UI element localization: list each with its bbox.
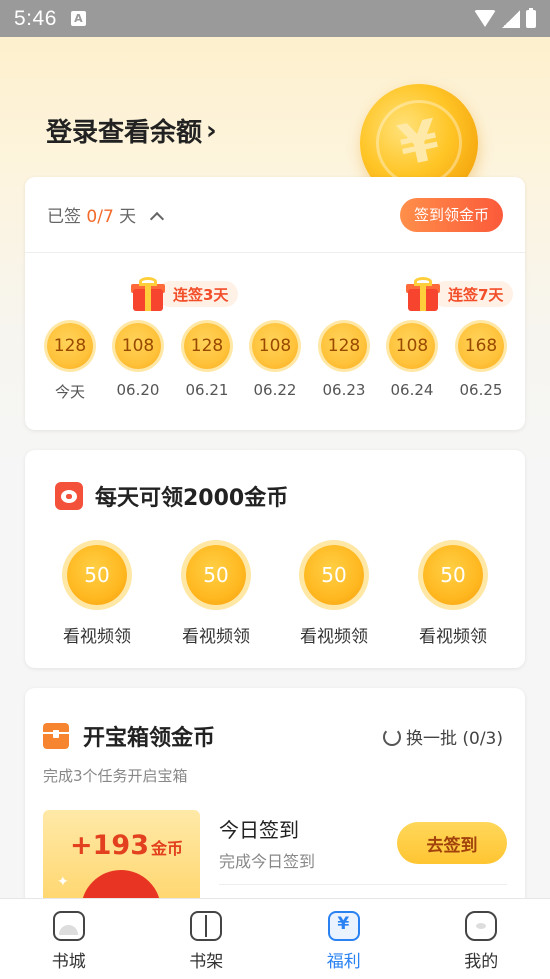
bonus-amount-value: +193 [70, 830, 149, 861]
day-coin: 108 [115, 323, 161, 369]
day-item[interactable]: 168 06.25 [451, 323, 511, 399]
chevron-up-icon [149, 211, 164, 227]
piggy-bank-icon [55, 482, 83, 510]
gift-icon [406, 277, 440, 311]
wifi-icon [474, 10, 496, 27]
day-item[interactable]: 128 今天 [40, 323, 100, 402]
video-reward-item[interactable]: 50 看视频领 [47, 545, 147, 647]
day-date: 今天 [54, 383, 85, 401]
treasure-bonus: +193 金币 ✦ [43, 810, 200, 910]
login-link[interactable]: 登录查看余额 › [46, 112, 217, 149]
status-icons [474, 7, 536, 28]
signed-suffix: 天 [119, 207, 137, 227]
day-item[interactable]: 128 06.21 [177, 323, 237, 399]
day-item[interactable]: 108 06.24 [382, 323, 442, 399]
reward-coin: 50 [304, 545, 364, 605]
day-item[interactable]: 108 06.22 [245, 323, 305, 399]
day-coin: 108 [389, 323, 435, 369]
day-coin: 128 [321, 323, 367, 369]
reward-coin: 50 [67, 545, 127, 605]
bottom-tab-bar: 书城 书架 福利 我的 [0, 898, 550, 979]
gift-icon [131, 277, 165, 311]
signal-icon [502, 9, 520, 28]
sparkle-icon: ✦ [57, 874, 69, 890]
task-subtitle: 完成今日签到 [219, 852, 316, 871]
reward-label: 看视频领 [300, 627, 368, 647]
tab-welfare[interactable]: 福利 [275, 899, 413, 979]
bonus-unit: 金币 [150, 839, 183, 858]
reward-coin: 50 [186, 545, 246, 605]
sign-in-button[interactable]: 签到领金币 [399, 197, 503, 232]
chevron-right-icon: › [206, 115, 217, 146]
battery-icon [526, 7, 536, 28]
sign-in-days: 128 今天 108 06.20 128 06.21 108 06.22 128… [25, 323, 525, 403]
tab-label: 书城 [51, 952, 86, 972]
treasure-chest-icon [43, 723, 69, 749]
day-date: 06.20 [116, 381, 160, 399]
refresh-button[interactable]: 换一批 (0/3) [382, 724, 503, 749]
tab-profile[interactable]: 我的 [413, 899, 550, 979]
day-coin: 108 [252, 323, 298, 369]
day-date: 06.21 [185, 381, 229, 399]
reward-label: 看视频领 [182, 627, 250, 647]
day-date: 06.24 [390, 381, 434, 399]
profile-icon [465, 911, 498, 941]
bookstore-icon [52, 911, 85, 941]
bonus-amount: +193 金币 [70, 830, 183, 861]
daily-video-title: 每天可领2000金币 [55, 480, 288, 512]
reward-label: 看视频领 [63, 627, 131, 647]
day-item[interactable]: 128 06.23 [314, 323, 374, 399]
tab-label: 我的 [464, 952, 499, 972]
go-sign-in-button[interactable]: 去签到 [397, 822, 507, 864]
streak-label: 连签3天 [157, 281, 239, 307]
refresh-label: 换一批 (0/3) [405, 729, 503, 749]
bookshelf-icon [190, 911, 223, 941]
welfare-icon [327, 911, 360, 941]
day-date: 06.25 [459, 381, 503, 399]
status-bar: 5:46 A [0, 0, 550, 37]
tab-label: 福利 [326, 952, 361, 972]
signed-status[interactable]: 已签 0/7 天 [47, 202, 164, 227]
reward-label: 看视频领 [419, 627, 487, 647]
day-coin: 128 [184, 323, 230, 369]
refresh-icon [382, 727, 401, 746]
streak-tag-7: 连签7天 [406, 277, 514, 311]
streak-label: 连签7天 [432, 281, 514, 307]
tab-label: 书架 [189, 952, 224, 972]
treasure-title-text: 开宝箱领金币 [83, 726, 216, 751]
video-reward-item[interactable]: 50 看视频领 [166, 545, 266, 647]
treasure-subtitle: 完成3个任务开启宝箱 [43, 767, 188, 785]
daily-video-title-text: 每天可领2000金币 [95, 486, 289, 511]
day-coin: 168 [458, 323, 504, 369]
day-date: 06.23 [322, 381, 366, 399]
divider [219, 884, 507, 885]
status-time: 5:46 [14, 6, 57, 30]
login-text: 登录查看余额 [46, 118, 203, 148]
daily-video-card: 每天可领2000金币 50 看视频领 50 看视频领 50 看视频领 50 看视… [25, 450, 525, 668]
sign-in-header: 已签 0/7 天 签到领金币 [25, 177, 525, 253]
notification-a-icon: A [70, 11, 86, 26]
tab-bookstore[interactable]: 书城 [0, 899, 138, 979]
reward-coin: 50 [423, 545, 483, 605]
day-coin: 128 [47, 323, 93, 369]
sign-in-card: 已签 0/7 天 签到领金币 连签3天 连签7天 128 今天 108 06.2… [25, 177, 525, 430]
day-date: 06.22 [253, 381, 297, 399]
video-reward-item[interactable]: 50 看视频领 [284, 545, 384, 647]
video-reward-item[interactable]: 50 看视频领 [403, 545, 503, 647]
signed-prefix: 已签 [47, 207, 81, 227]
signed-count: 0/7 [86, 207, 114, 227]
treasure-title: 开宝箱领金币 [43, 720, 215, 752]
streak-tag-3: 连签3天 [131, 277, 239, 311]
task-title: 今日签到 [219, 818, 299, 842]
tab-bookshelf[interactable]: 书架 [138, 899, 276, 979]
day-item[interactable]: 108 06.20 [108, 323, 168, 399]
